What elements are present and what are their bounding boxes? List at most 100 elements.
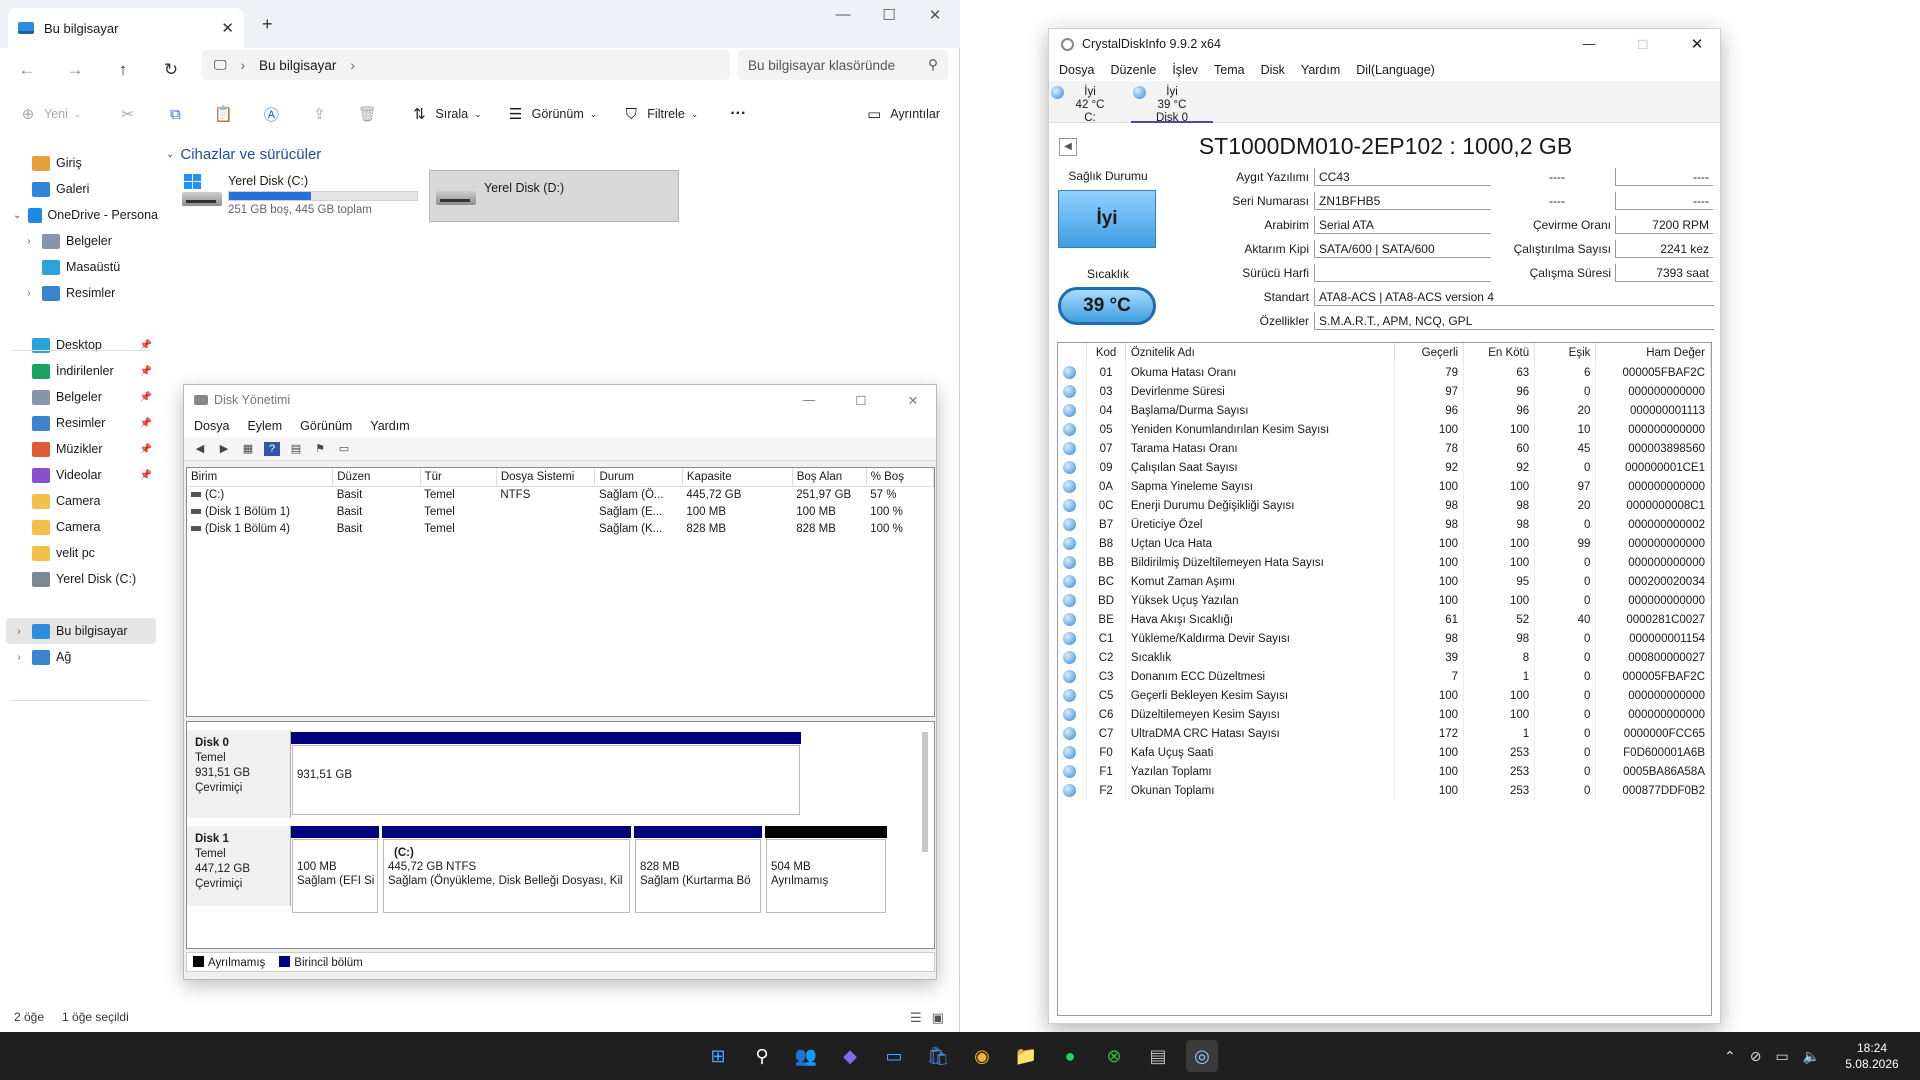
dm-menu-view[interactable]: Görünüm (300, 419, 352, 433)
installer-icon[interactable]: ▤ (1142, 1040, 1174, 1072)
expand-chevron-icon[interactable]: › (22, 236, 36, 247)
sidebar-item[interactable]: Galeri (0, 176, 158, 202)
disk-1-efi-partition[interactable]: 100 MB Sağlam (EFI Si (291, 826, 379, 914)
maximize-icon[interactable]: ☐ (1620, 37, 1666, 52)
disk-1-c-partition[interactable]: (C:) 445,72 GB NTFS Sağlam (Önyükleme, Dis… (382, 826, 631, 914)
sidebar-item[interactable]: Yerel Disk (C:) (0, 566, 158, 592)
store-icon[interactable]: 🛍 (922, 1040, 954, 1072)
attr-column-header[interactable]: Geçerli (1394, 343, 1465, 363)
address-bar[interactable]: 🖵 › Bu bilgisayar › (202, 50, 730, 80)
rename-button[interactable]: Ⓐ (253, 99, 289, 129)
disk-1-label[interactable]: Disk 1 Temel 447,12 GB Çevrimiçi (187, 826, 291, 906)
sidebar-item[interactable]: › Resimler (0, 280, 158, 306)
cdi-menu-edit[interactable]: Düzenle (1110, 63, 1156, 77)
attr-column-header[interactable]: Öznitelik Adı (1125, 343, 1396, 363)
column-header[interactable]: Dosya Sistemi (496, 468, 596, 487)
up-icon[interactable]: ↑ (108, 60, 138, 80)
crystaldiskinfo-icon[interactable]: ◎ (1186, 1040, 1218, 1072)
dm-menu-file[interactable]: Dosya (194, 419, 229, 433)
chrome-icon[interactable]: ◉ (966, 1040, 998, 1072)
attribute-row[interactable]: C3 Donanım ECC Düzeltmesi 7 1 0 000005FBAF2C (1058, 667, 1711, 686)
attribute-row[interactable]: 07 Tarama Hatası Oranı 78 60 45 000003898560 (1058, 439, 1711, 458)
copy-button[interactable]: ⧉ (157, 99, 193, 129)
attr-column-header[interactable]: Kod (1086, 343, 1126, 363)
attribute-row[interactable]: BB Bildirilmiş Düzeltilemeyen Hata Sayısı… (1058, 553, 1711, 572)
sidebar-item[interactable]: Müzikler 📌 (0, 436, 158, 462)
cdi-menu-disk[interactable]: Disk (1261, 63, 1285, 77)
back-icon[interactable]: ← (12, 60, 42, 80)
sidebar-item[interactable]: Camera (0, 514, 158, 540)
chevron-up-icon[interactable]: ⌃ (1724, 1048, 1736, 1065)
section-header[interactable]: ⌄ Cihazlar ve sürücüler (166, 146, 321, 163)
expand-chevron-icon[interactable]: › (12, 652, 26, 663)
network-off-icon[interactable]: ⊘ (1750, 1048, 1762, 1065)
cdi-menu-function[interactable]: İşlev (1172, 63, 1198, 77)
dm-menu-action[interactable]: Eylem (247, 419, 282, 433)
sidebar-item[interactable]: Videolar 📌 (0, 462, 158, 488)
drive-c[interactable]: Yerel Disk (C:) 251 GB boş, 445 GB topla… (176, 170, 422, 220)
cdi-menu-theme[interactable]: Tema (1214, 63, 1245, 77)
volume-icon[interactable]: 🔈 (1803, 1048, 1820, 1065)
sidebar-item[interactable]: Resimler 📌 (0, 410, 158, 436)
column-header[interactable]: % Boş (866, 468, 935, 487)
cdi-menu-help[interactable]: Yardım (1301, 63, 1340, 77)
copilot-icon[interactable]: ◆ (834, 1040, 866, 1072)
disk-1-unallocated[interactable]: 504 MB Ayrılmamış (765, 826, 887, 914)
start-icon[interactable]: ⊞ (702, 1040, 734, 1072)
new-button[interactable]: ⊕ Yeni ⌄ (10, 99, 89, 129)
close-window-icon[interactable]: ✕ (912, 6, 958, 24)
refresh-icon[interactable]: ↻ (156, 60, 186, 80)
disk-tab-c[interactable]: İyi 42 °C C: (1049, 81, 1131, 125)
column-header[interactable]: Boş Alan (792, 468, 867, 487)
volume-row[interactable]: (C:) Basit Temel NTFS Sağlam (Ö... 445,72 GB 2… (187, 486, 934, 503)
search-input[interactable]: Bu bilgisayar klasöründe ⚲ (738, 50, 948, 80)
sidebar-item[interactable]: ⌄ OneDrive - Persona (0, 202, 158, 228)
attribute-row[interactable]: C7 UltraDMA CRC Hatası Sayısı 172 1 0 0000000… (1058, 724, 1711, 743)
sidebar-item[interactable]: İndirilenler 📌 (0, 358, 158, 384)
sidebar-item[interactable]: Camera (0, 488, 158, 514)
details-button[interactable]: ▭ Ayrıntılar (856, 99, 948, 129)
expand-chevron-icon[interactable]: › (22, 288, 36, 299)
tiles-view-icon[interactable]: ▣ (932, 1010, 944, 1026)
column-header[interactable]: Kapasite (682, 468, 793, 487)
attr-column-header[interactable]: En Kötü (1463, 343, 1536, 363)
maximize-icon[interactable]: ☐ (866, 6, 912, 24)
attribute-row[interactable]: BD Yüksek Uçuş Yazılan 100 100 0 000000000000 (1058, 591, 1711, 610)
drive-d[interactable]: Yerel Disk (D:) (429, 170, 679, 222)
sidebar-item[interactable]: velit pc (0, 540, 158, 566)
help-icon[interactable]: ? (264, 441, 280, 456)
sidebar-item[interactable]: › Ağ (0, 644, 158, 670)
attribute-row[interactable]: 0C Enerji Durumu Değişikliği Sayısı 98 98 20… (1058, 496, 1711, 515)
xbox-icon[interactable]: ⊗ (1098, 1040, 1130, 1072)
attribute-row[interactable]: BC Komut Zaman Aşımı 100 95 0 000200020034 (1058, 572, 1711, 591)
attribute-row[interactable]: 09 Çalışılan Saat Sayısı 92 92 0 000000001CE1 (1058, 458, 1711, 477)
attribute-row[interactable]: 0A Sapma Yineleme Sayısı 100 100 97 000000000… (1058, 477, 1711, 496)
sidebar-item[interactable]: › Belgeler (0, 228, 158, 254)
attribute-row[interactable]: F1 Yazılan Toplamı 100 253 0 0005BA86A58A (1058, 762, 1711, 781)
paste-button[interactable]: 📋 (205, 99, 241, 129)
attribute-row[interactable]: F0 Kafa Uçuş Saati 100 253 0 F0D600001A6B (1058, 743, 1711, 762)
column-header[interactable]: Düzen (332, 468, 421, 487)
maximize-icon[interactable]: ☐ (838, 393, 884, 408)
attribute-row[interactable]: 05 Yeniden Konumlandırılan Kesim Sayısı 10… (1058, 420, 1711, 439)
attribute-row[interactable]: C2 Sıcaklık 39 8 0 000800000027 (1058, 648, 1711, 667)
column-header[interactable]: Tür (420, 468, 497, 487)
column-header[interactable]: Birim (187, 468, 334, 487)
sidebar-item[interactable]: Desktop 📌 (0, 332, 158, 358)
graph-scrollbar[interactable] (922, 732, 928, 852)
attr-column-header[interactable]: Ham Değer (1595, 343, 1711, 363)
sidebar-item[interactable]: Masaüstü (0, 254, 158, 280)
disk-tab-disk0[interactable]: İyi 39 °C Disk 0 (1131, 81, 1213, 124)
teams-icon[interactable]: 👥 (790, 1040, 822, 1072)
refresh-list-icon[interactable]: ▤ (288, 442, 304, 456)
attribute-row[interactable]: C6 Düzeltilemeyen Kesim Sayısı 100 100 0 0000… (1058, 705, 1711, 724)
delete-button[interactable]: 🗑 (349, 99, 385, 129)
volume-row[interactable]: (Disk 1 Bölüm 4) Basit Temel Sağlam (K... 82… (187, 520, 934, 537)
health-status-button[interactable]: İyi (1058, 190, 1156, 248)
desktop-app-icon[interactable]: ▭ (878, 1040, 910, 1072)
disk-1-recovery-partition[interactable]: 828 MB Sağlam (Kurtarma Bö (634, 826, 762, 914)
column-header[interactable]: Durum (594, 468, 683, 487)
settings-icon[interactable]: ▭ (336, 442, 352, 456)
expand-chevron-icon[interactable]: ⌄ (12, 210, 22, 221)
sidebar-item[interactable]: Giriş (0, 150, 158, 176)
